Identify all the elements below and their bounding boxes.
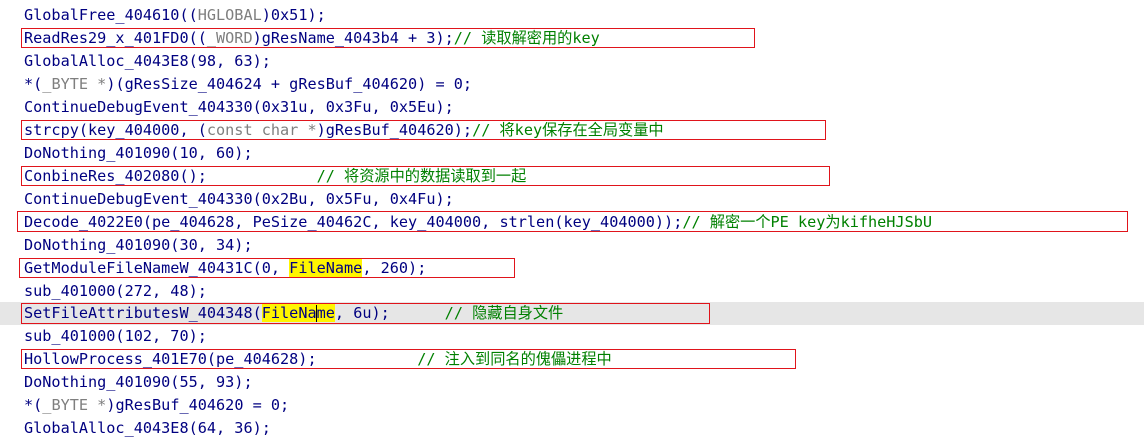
- annotation-box-getmodule: [19, 258, 515, 278]
- code-text: GlobalFree_404610((: [24, 6, 198, 24]
- code-text: DoNothing_401090(10, 60);: [24, 144, 253, 162]
- code-line-4[interactable]: *(_BYTE *)(gResSize_404624 + gResBuf_404…: [24, 73, 472, 96]
- annotation-box-readres: [21, 28, 755, 48]
- type-cast: _BYTE *: [42, 396, 107, 414]
- annotation-box-strcpy: [21, 120, 826, 140]
- code-text: ContinueDebugEvent_404330(0x31u, 0x3Fu, …: [24, 98, 454, 116]
- pseudocode-view[interactable]: GlobalFree_404610((HGLOBAL)0x51); ReadRe…: [0, 0, 1144, 441]
- code-line-9[interactable]: ContinueDebugEvent_404330(0x2Bu, 0x5Fu, …: [24, 188, 454, 211]
- type-cast: HGLOBAL: [197, 6, 262, 24]
- code-line-18[interactable]: *(_BYTE *)gResBuf_404620 = 0;: [24, 394, 289, 417]
- code-text: ContinueDebugEvent_404330(0x2Bu, 0x5Fu, …: [24, 190, 454, 208]
- code-line-17[interactable]: DoNothing_401090(55, 93);: [24, 371, 253, 394]
- code-text: DoNothing_401090(30, 34);: [24, 236, 253, 254]
- annotation-box-decode: [17, 211, 1128, 232]
- code-text: *(: [24, 396, 43, 414]
- code-text: )gResBuf_404620 = 0;: [106, 396, 290, 414]
- code-text: *(: [24, 75, 43, 93]
- code-text: )0x51);: [261, 6, 326, 24]
- code-line-1[interactable]: GlobalFree_404610((HGLOBAL)0x51);: [24, 4, 326, 27]
- code-text: GlobalAlloc_4043E8(64, 36);: [24, 419, 271, 437]
- code-line-7[interactable]: DoNothing_401090(10, 60);: [24, 142, 253, 165]
- code-text: DoNothing_401090(55, 93);: [24, 373, 253, 391]
- annotation-box-hollowprocess: [21, 349, 796, 369]
- code-line-15[interactable]: sub_401000(102, 70);: [24, 325, 207, 348]
- code-text: )(gResSize_404624 + gResBuf_404620) = 0;: [106, 75, 473, 93]
- code-line-5[interactable]: ContinueDebugEvent_404330(0x31u, 0x3Fu, …: [24, 96, 454, 119]
- annotation-box-conbineres: [21, 166, 830, 186]
- code-line-19[interactable]: GlobalAlloc_4043E8(64, 36);: [24, 417, 271, 440]
- code-line-13[interactable]: sub_401000(272, 48);: [24, 280, 207, 303]
- code-line-3[interactable]: GlobalAlloc_4043E8(98, 63);: [24, 50, 271, 73]
- type-cast: _BYTE *: [42, 75, 107, 93]
- annotation-box-setfileattributes: [21, 303, 710, 324]
- code-text: GlobalAlloc_4043E8(98, 63);: [24, 52, 271, 70]
- code-text: sub_401000(102, 70);: [24, 327, 207, 345]
- code-text: sub_401000(272, 48);: [24, 282, 207, 300]
- code-line-11[interactable]: DoNothing_401090(30, 34);: [24, 234, 253, 257]
